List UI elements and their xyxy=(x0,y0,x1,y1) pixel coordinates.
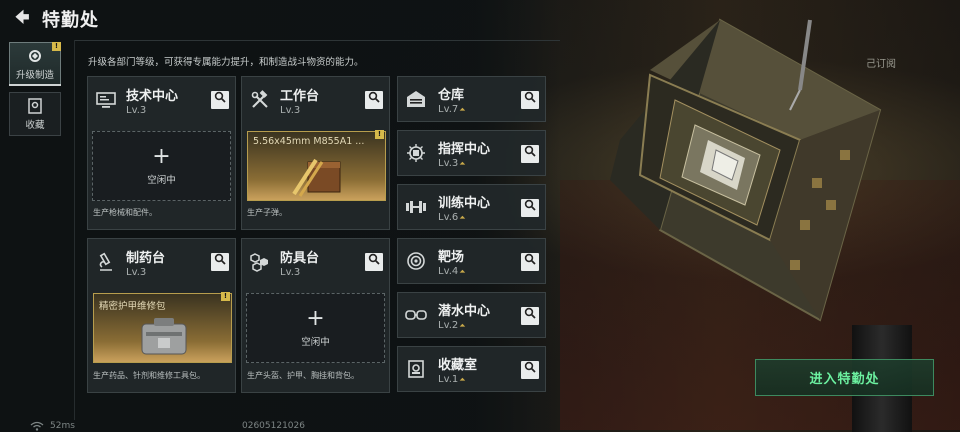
rail-tab-collection[interactable]: 收藏 xyxy=(9,92,61,136)
rail-divider xyxy=(74,40,75,420)
microscope-icon xyxy=(94,250,118,274)
level-up-arrow-icon: ⏶ xyxy=(459,266,466,276)
facility-level: Lv.6 xyxy=(438,211,459,223)
facility-name: 靶场 xyxy=(438,249,465,265)
header-divider xyxy=(74,40,560,41)
command-chip-icon xyxy=(404,141,428,165)
production-slot-empty[interactable]: + 空闲中 xyxy=(92,131,231,201)
building-description: 生产头盔、护甲、胸挂和背包。 xyxy=(247,371,359,380)
alert-badge: ! xyxy=(375,130,384,139)
collection-box-icon xyxy=(28,97,42,114)
armor-parts-icon xyxy=(248,250,272,274)
facility-card-command-center[interactable]: 指挥中心 Lv.3⏶ xyxy=(397,130,546,176)
wifi-icon xyxy=(30,421,44,431)
card-header: 防具台 Lv.3 xyxy=(242,239,389,285)
building-description: 生产子弹。 xyxy=(247,208,287,217)
rail-tab-upgrade[interactable]: 升级制造 ! xyxy=(9,42,61,86)
level-up-arrow-icon: ⏶ xyxy=(459,158,466,168)
production-slot-active[interactable]: 5.56x45mm M855A1 ... ! xyxy=(247,130,386,201)
search-icon[interactable] xyxy=(521,307,539,325)
rail-label: 收藏 xyxy=(25,119,45,131)
search-icon[interactable] xyxy=(521,253,539,271)
header: 特勤处 xyxy=(0,0,99,38)
card-header: 工作台 Lv.3 xyxy=(242,77,389,123)
facility-name: 仓库 xyxy=(438,87,465,103)
facility-name: 潜水中心 xyxy=(438,303,491,319)
level-up-arrow-icon: ⏶ xyxy=(459,104,466,114)
search-icon[interactable] xyxy=(365,253,383,271)
building-name: 防具台 xyxy=(280,250,320,266)
search-icon[interactable] xyxy=(365,91,383,109)
level-up-arrow-icon: ⏶ xyxy=(459,320,466,330)
warehouse-icon xyxy=(404,87,428,111)
dumbbell-icon xyxy=(404,195,428,219)
facility-level: Lv.7 xyxy=(438,103,459,115)
facility-level: Lv.3 xyxy=(438,157,459,169)
workshop-card-workbench[interactable]: 工作台 Lv.3 5.56x45mm M855A1 ... ! 生产子弹。 xyxy=(241,76,390,230)
search-icon[interactable] xyxy=(521,91,539,109)
facility-card-shooting-range[interactable]: 靶场 Lv.4⏶ xyxy=(397,238,546,284)
level-up-arrow-icon: ⏶ xyxy=(459,374,466,384)
production-slot-empty[interactable]: + 空闲中 xyxy=(246,293,385,363)
plus-icon: + xyxy=(306,306,325,331)
goggles-icon xyxy=(404,303,428,327)
facility-card-warehouse[interactable]: 仓库 Lv.7⏶ xyxy=(397,76,546,122)
building-level: Lv.3 xyxy=(280,266,301,278)
alert-badge: ! xyxy=(221,292,230,301)
search-icon[interactable] xyxy=(211,91,229,109)
facility-name: 收藏室 xyxy=(438,357,478,373)
slot-status: 空闲中 xyxy=(147,175,176,186)
facility-level: Lv.1 xyxy=(438,373,459,385)
target-icon xyxy=(404,249,428,273)
building-name: 制药台 xyxy=(126,250,166,266)
collection-icon xyxy=(404,357,428,381)
building-level: Lv.3 xyxy=(126,104,147,116)
production-slot-active[interactable]: 精密护甲维修包 ! xyxy=(93,292,232,363)
building-name: 工作台 xyxy=(280,88,320,104)
alert-badge: ! xyxy=(52,42,61,51)
item-name: 精密护甲维修包 xyxy=(99,301,166,312)
ping-readout: 52ms xyxy=(50,421,75,431)
facility-card-training-center[interactable]: 训练中心 Lv.6⏶ xyxy=(397,184,546,230)
ammo-box-icon xyxy=(292,158,341,197)
building-description: 生产枪械和配件。 xyxy=(93,208,157,217)
building-level: Lv.3 xyxy=(280,104,301,116)
facility-level: Lv.2 xyxy=(438,319,459,331)
workshop-card-armor-bench[interactable]: 防具台 Lv.3 + 空闲中 生产头盔、护甲、胸挂和背包。 xyxy=(241,238,390,393)
hammer-wrench-icon xyxy=(248,88,272,112)
facility-name: 训练中心 xyxy=(438,195,491,211)
search-icon[interactable] xyxy=(521,199,539,217)
active-tab-indicator xyxy=(9,84,61,86)
search-icon[interactable] xyxy=(211,253,229,271)
back-arrow-icon[interactable] xyxy=(10,6,36,32)
facility-card-diving-center[interactable]: 潜水中心 Lv.2⏶ xyxy=(397,292,546,338)
player-uid: 02605121026 xyxy=(242,421,305,431)
workshop-card-pharmacy[interactable]: 制药台 Lv.3 精密护甲维修包 ! 生产药品、针剂和维修工具包。 xyxy=(87,238,236,393)
slot-status: 空闲中 xyxy=(301,337,330,348)
facility-card-collection-room[interactable]: 收藏室 Lv.1⏶ xyxy=(397,346,546,392)
repair-kit-icon xyxy=(141,318,187,355)
item-name: 5.56x45mm M855A1 ... xyxy=(253,136,365,147)
search-icon[interactable] xyxy=(521,361,539,379)
enter-special-ops-button[interactable]: 进入特勤处 xyxy=(755,359,934,396)
workshop-card-tech-center[interactable]: 技术中心 Lv.3 + 空闲中 生产枪械和配件。 xyxy=(87,76,236,230)
building-name: 技术中心 xyxy=(126,88,179,104)
building-level: Lv.3 xyxy=(126,266,147,278)
rail-label: 升级制造 xyxy=(15,69,54,81)
card-header: 技术中心 Lv.3 xyxy=(88,77,235,123)
search-icon[interactable] xyxy=(521,145,539,163)
facility-level: Lv.4 xyxy=(438,265,459,277)
facility-name: 指挥中心 xyxy=(438,141,491,157)
card-header: 制药台 Lv.3 xyxy=(88,239,235,285)
page-description: 升级各部门等级，可获得专属能力提升，和制造战斗物资的能力。 xyxy=(88,57,364,68)
building-description: 生产药品、针剂和维修工具包。 xyxy=(93,371,205,380)
plus-icon: + xyxy=(152,144,171,169)
page-title: 特勤处 xyxy=(42,10,99,31)
level-up-arrow-icon: ⏶ xyxy=(459,212,466,222)
computer-icon xyxy=(94,88,118,112)
upgrade-gear-icon xyxy=(29,49,41,62)
subscribed-label: 己订阅 xyxy=(866,59,896,70)
